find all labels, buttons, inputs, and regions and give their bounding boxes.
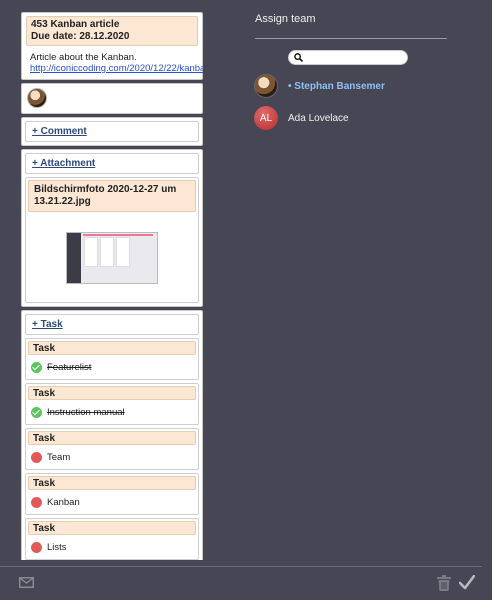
search-icon bbox=[294, 53, 303, 62]
member-name: • Stephan Bansemer bbox=[288, 80, 385, 92]
task-text: Featurelist bbox=[47, 362, 92, 373]
trash-icon[interactable] bbox=[437, 575, 451, 591]
assign-team-title: Assign team bbox=[255, 13, 316, 25]
avatar bbox=[254, 74, 278, 98]
task-row: Lists bbox=[26, 537, 198, 553]
task-section: + Task Task Featurelist Task Instruction… bbox=[21, 310, 203, 560]
add-comment-button[interactable]: + Comment bbox=[25, 121, 199, 142]
mail-icon[interactable] bbox=[19, 577, 34, 588]
open-circle-icon[interactable] bbox=[31, 452, 42, 463]
check-icon[interactable] bbox=[459, 575, 475, 590]
add-comment-label: + Comment bbox=[32, 126, 87, 137]
task-item[interactable]: Task Team bbox=[25, 428, 199, 470]
divider bbox=[255, 38, 447, 39]
open-circle-icon[interactable] bbox=[31, 497, 42, 508]
card-detail-column: 453 Kanban article Due date: 28.12.2020 … bbox=[21, 12, 203, 560]
card-title-box[interactable]: 453 Kanban article Due date: 28.12.2020 bbox=[26, 16, 198, 46]
open-circle-icon[interactable] bbox=[31, 542, 42, 553]
attachment-item[interactable]: Bildschirmfoto 2020-12-27 um 13.21.22.jp… bbox=[25, 177, 199, 303]
card-due-date: Due date: 28.12.2020 bbox=[31, 31, 130, 42]
task-row: Instruction manual bbox=[26, 402, 198, 418]
card-header: 453 Kanban article Due date: 28.12.2020 … bbox=[21, 12, 203, 80]
attachment-section: + Attachment Bildschirmfoto 2020-12-27 u… bbox=[21, 149, 203, 307]
card-description: Article about the Kanban. http://iconicc… bbox=[26, 52, 203, 74]
task-title: Task bbox=[28, 341, 196, 355]
team-member-ada[interactable]: AL Ada Lovelace bbox=[254, 106, 349, 130]
add-task-label: + Task bbox=[32, 319, 63, 330]
check-circle-icon[interactable] bbox=[31, 407, 42, 418]
description-link[interactable]: http://iconiccoding.com/2020/12/22/kanba… bbox=[30, 63, 203, 74]
comment-section: + Comment bbox=[21, 117, 203, 146]
add-attachment-button[interactable]: + Attachment bbox=[25, 153, 199, 174]
team-member-stephan[interactable]: • Stephan Bansemer bbox=[254, 74, 385, 98]
task-item[interactable]: Task Instruction manual bbox=[25, 383, 199, 425]
task-item[interactable]: Task Featurelist bbox=[25, 338, 199, 380]
attachment-file-name: Bildschirmfoto 2020-12-27 um 13.21.22.jp… bbox=[28, 180, 196, 212]
task-text: Kanban bbox=[47, 497, 80, 508]
task-title: Task bbox=[28, 386, 196, 400]
task-row: Featurelist bbox=[26, 357, 198, 373]
check-circle-icon[interactable] bbox=[31, 362, 42, 373]
task-title: Task bbox=[28, 476, 196, 490]
task-text: Lists bbox=[47, 542, 67, 553]
search-input[interactable] bbox=[288, 50, 408, 65]
task-text: Instruction manual bbox=[47, 407, 125, 418]
assigned-members bbox=[21, 83, 203, 114]
task-text: Team bbox=[47, 452, 71, 463]
add-attachment-label: + Attachment bbox=[32, 158, 96, 169]
task-row: Kanban bbox=[26, 492, 198, 508]
task-title: Task bbox=[28, 521, 196, 535]
task-item[interactable]: Task Kanban bbox=[25, 473, 199, 515]
avatar[interactable] bbox=[27, 88, 47, 108]
avatar: AL bbox=[254, 106, 278, 130]
footer-divider bbox=[0, 566, 482, 567]
task-title: Task bbox=[28, 431, 196, 445]
task-item[interactable]: Task Lists bbox=[25, 518, 199, 560]
attachment-thumbnail[interactable] bbox=[26, 214, 198, 302]
task-row: Team bbox=[26, 447, 198, 463]
add-task-button[interactable]: + Task bbox=[25, 314, 199, 335]
member-name: Ada Lovelace bbox=[288, 112, 349, 124]
screenshot-thumbnail bbox=[66, 232, 158, 284]
description-text: Article about the Kanban. bbox=[30, 52, 137, 63]
card-title: 453 Kanban article bbox=[31, 19, 120, 30]
